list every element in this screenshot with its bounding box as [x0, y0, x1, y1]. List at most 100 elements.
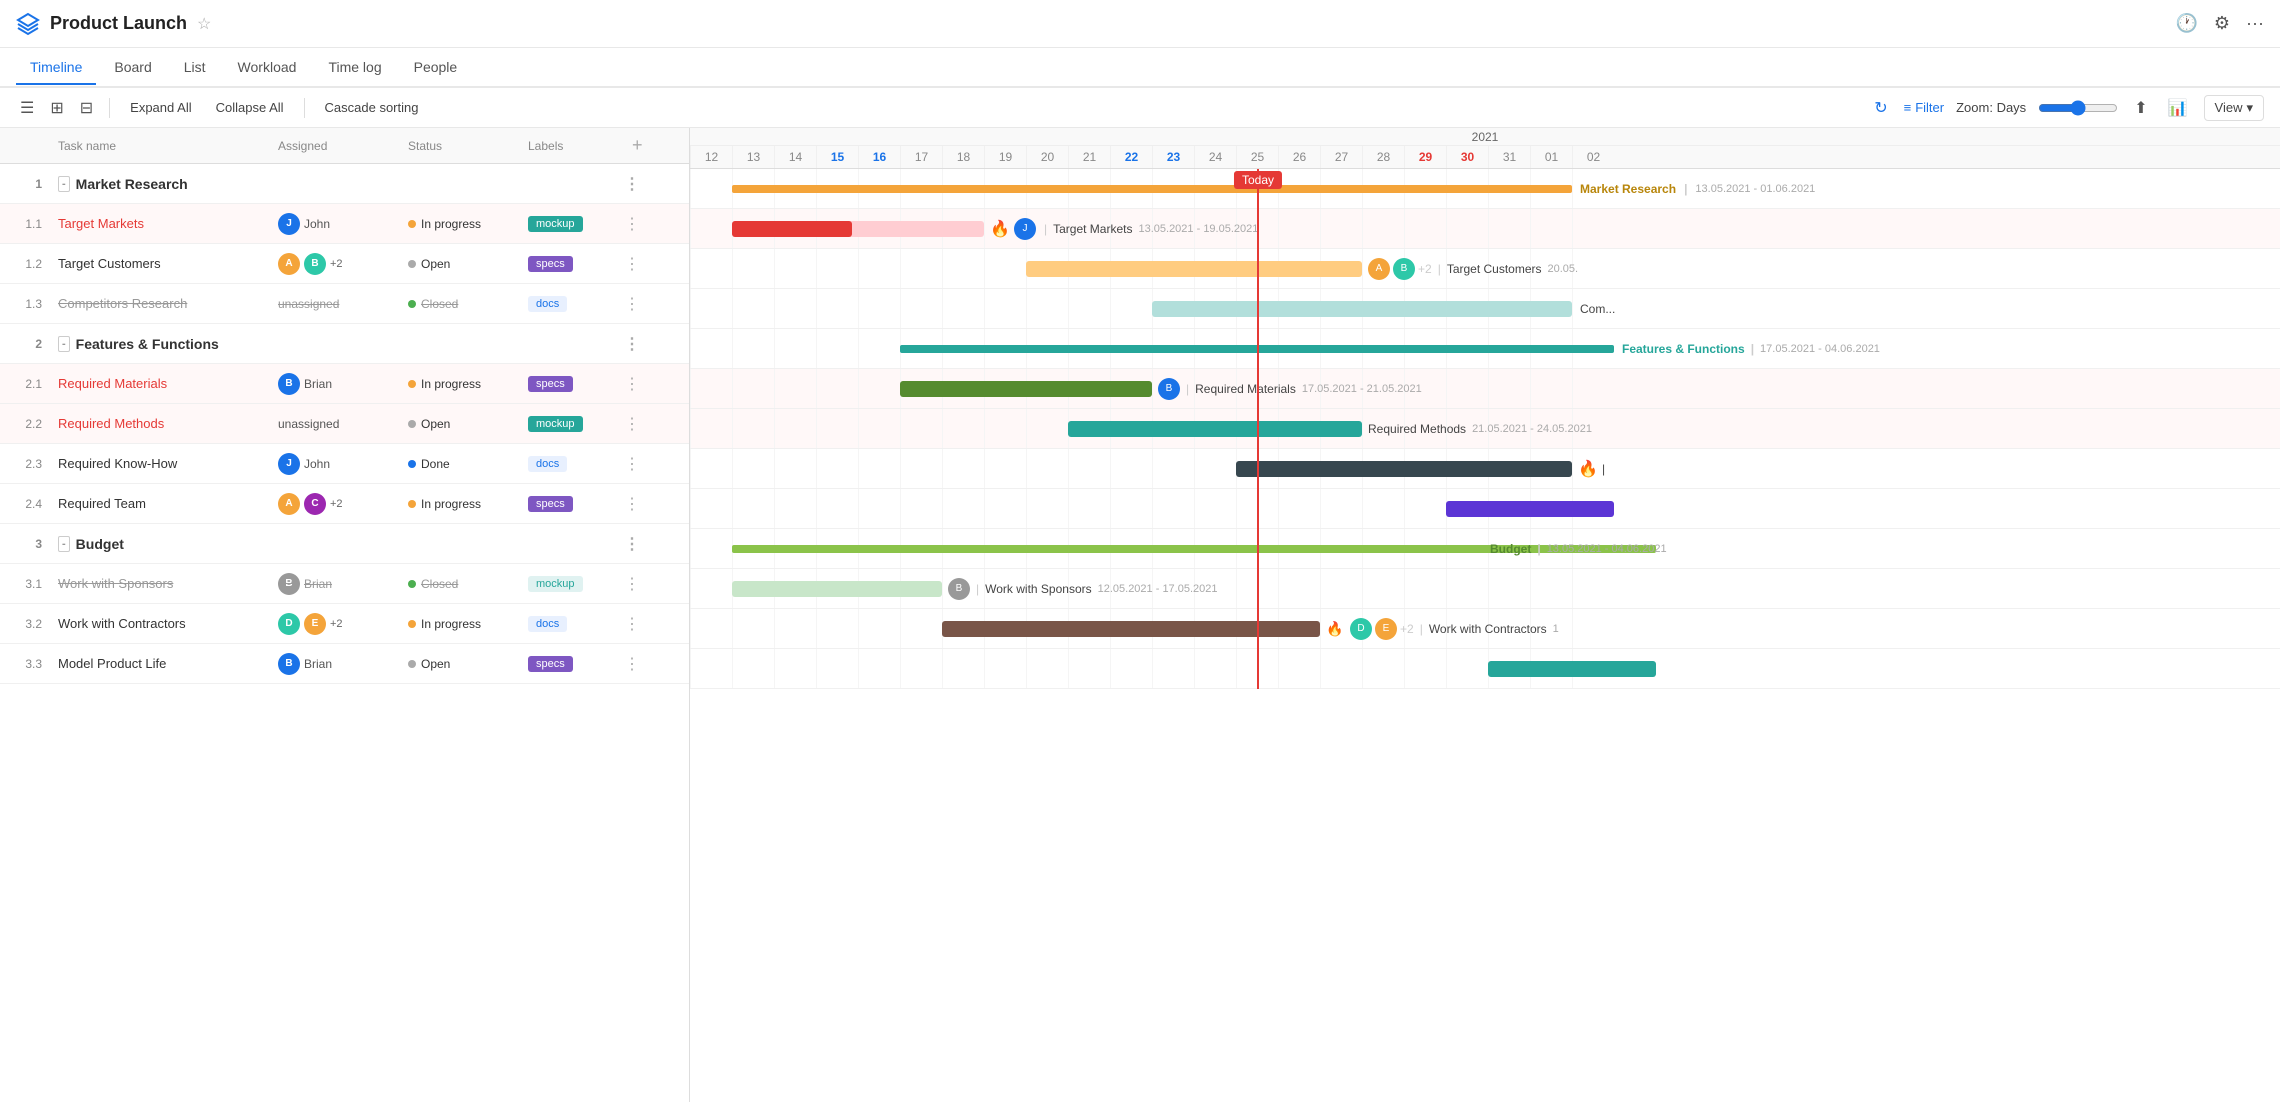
gantt-row-2-1: B | Required Materials 17.05.2021 - 21.0…	[690, 369, 2280, 409]
tab-timeline[interactable]: Timeline	[16, 51, 96, 85]
task-row-3-1: 3.1 Work with Sponsors B Brian Closed mo…	[0, 564, 689, 604]
tab-people[interactable]: People	[400, 51, 472, 85]
more-options-icon[interactable]: ···	[2246, 13, 2264, 34]
day-21: 21	[1068, 146, 1110, 168]
more-2-2[interactable]: ⋮	[620, 414, 650, 434]
tab-list[interactable]: List	[170, 51, 220, 85]
label-3-2: docs	[520, 615, 620, 632]
row-num-3-1: 3.1	[0, 577, 50, 591]
day-02: 02	[1572, 146, 1614, 168]
day-23: 23	[1152, 146, 1194, 168]
tab-board[interactable]: Board	[100, 51, 165, 85]
more-2-1[interactable]: ⋮	[620, 374, 650, 394]
status-1-1: In progress	[400, 217, 520, 231]
tree-view-icon[interactable]: ⊟	[76, 94, 97, 122]
row-num-3-2: 3.2	[0, 617, 50, 631]
chevron-down-icon: ▾	[2246, 100, 2253, 116]
status-2-2: Open	[400, 417, 520, 431]
gantt-row-1-3: Com...	[690, 289, 2280, 329]
task-name-3-2: Work with Contractors	[50, 616, 270, 631]
today-line: Today	[1257, 169, 1259, 689]
status-dot-1-1	[408, 220, 416, 228]
status-dot-2-3	[408, 460, 416, 468]
status-dot-2-1	[408, 380, 416, 388]
row-num-3-3: 3.3	[0, 657, 50, 671]
day-25: 25	[1236, 146, 1278, 168]
app-logo	[16, 12, 40, 36]
status-text-2-1: In progress	[421, 377, 481, 391]
expand-all-button[interactable]: Expand All	[122, 96, 199, 119]
avatar-john-2: J	[278, 453, 300, 475]
group-more-3[interactable]: ⋮	[620, 534, 650, 554]
status-text-2-4: In progress	[421, 497, 481, 511]
gantt-year: 2021	[690, 128, 2280, 146]
label-1-3: docs	[520, 295, 620, 312]
view-label: View	[2215, 100, 2243, 115]
fire-icon-2-3: 🔥	[1578, 459, 1598, 479]
task-row-2-4: 2.4 Required Team A C +2 In progress spe…	[0, 484, 689, 524]
refresh-icon[interactable]: ↻	[1870, 94, 1891, 122]
status-2-3: Done	[400, 457, 520, 471]
collapse-icon-1[interactable]: -	[58, 176, 70, 192]
plus-count-3-2: +2	[330, 618, 343, 630]
day-26: 26	[1278, 146, 1320, 168]
row-num-1-1: 1.1	[0, 217, 50, 231]
assigned-1-2: A B +2	[270, 253, 400, 275]
chart-icon[interactable]: 📊	[2164, 94, 2192, 122]
badge-3-3: specs	[528, 656, 573, 672]
more-3-3[interactable]: ⋮	[620, 654, 650, 674]
gantt-row-2-4	[690, 489, 2280, 529]
task-row-2-2: 2.2 Required Methods unassigned Open moc…	[0, 404, 689, 444]
grid-view-icon[interactable]: ⊞	[46, 94, 67, 122]
badge-1-1: mockup	[528, 216, 583, 232]
gantt-bar-1-2	[1026, 261, 1362, 277]
collapse-icon-2[interactable]: -	[58, 336, 70, 352]
tab-workload[interactable]: Workload	[224, 51, 311, 85]
status-dot-3-3	[408, 660, 416, 668]
tab-timelog[interactable]: Time log	[314, 51, 395, 85]
collapse-icon-3[interactable]: -	[58, 536, 70, 552]
more-1-2[interactable]: ⋮	[620, 254, 650, 274]
group-bar-label-market-research: Market Research | 13.05.2021 - 01.06.202…	[1580, 182, 1815, 196]
status-dot-3-1	[408, 580, 416, 588]
avatar-f: E	[304, 613, 326, 635]
status-text-3-2: In progress	[421, 617, 481, 631]
collapse-all-button[interactable]: Collapse All	[208, 96, 292, 119]
view-button[interactable]: View ▾	[2204, 95, 2264, 121]
zoom-slider[interactable]	[2038, 100, 2118, 116]
task-row-3-3: 3.3 Model Product Life B Brian Open spec…	[0, 644, 689, 684]
more-3-1[interactable]: ⋮	[620, 574, 650, 594]
avatar-brian-2: B	[278, 573, 300, 595]
gantt-row-3-1: B | Work with Sponsors 12.05.2021 - 17.0…	[690, 569, 2280, 609]
gantt-avatars-3-2: D E	[1350, 618, 1397, 640]
gantt-row-1-2: A B +2 | Target Customers 20.05.	[690, 249, 2280, 289]
gantt-bar-label-2-1: | Required Materials 17.05.2021 - 21.05.…	[1186, 382, 1422, 396]
day-17: 17	[900, 146, 942, 168]
toolbar: ☰ ⊞ ⊟ Expand All Collapse All Cascade so…	[0, 88, 2280, 128]
assigned-1-1: J John	[270, 213, 400, 235]
filter-button[interactable]: ≡ Filter	[1904, 100, 1944, 115]
more-2-3[interactable]: ⋮	[620, 454, 650, 474]
export-icon[interactable]: ⬆	[2130, 94, 2151, 122]
col-add[interactable]: +	[620, 135, 650, 156]
group-more-2[interactable]: ⋮	[620, 334, 650, 354]
cascade-sorting-button[interactable]: Cascade sorting	[317, 96, 427, 119]
list-view-icon[interactable]: ☰	[16, 94, 38, 122]
more-1-1[interactable]: ⋮	[620, 214, 650, 234]
gantt-avatar-1-1: J	[1014, 218, 1036, 240]
history-icon[interactable]: 🕐	[2175, 13, 2197, 34]
plus-count-1-2: +2	[330, 258, 343, 270]
group-more-1[interactable]: ⋮	[620, 174, 650, 194]
gantt-row-group-2: Features & Functions | 17.05.2021 - 04.0…	[690, 329, 2280, 369]
more-3-2[interactable]: ⋮	[620, 614, 650, 634]
more-1-3[interactable]: ⋮	[620, 294, 650, 314]
label-2-1: specs	[520, 375, 620, 392]
settings-icon[interactable]: ⚙	[2214, 13, 2230, 34]
assigned-label-3-3: Brian	[304, 657, 332, 671]
avatar-brian-3: B	[278, 653, 300, 675]
badge-2-1: specs	[528, 376, 573, 392]
more-2-4[interactable]: ⋮	[620, 494, 650, 514]
day-29: 29	[1404, 146, 1446, 168]
star-icon[interactable]: ☆	[197, 14, 211, 34]
assigned-label-2-1: Brian	[304, 377, 332, 391]
